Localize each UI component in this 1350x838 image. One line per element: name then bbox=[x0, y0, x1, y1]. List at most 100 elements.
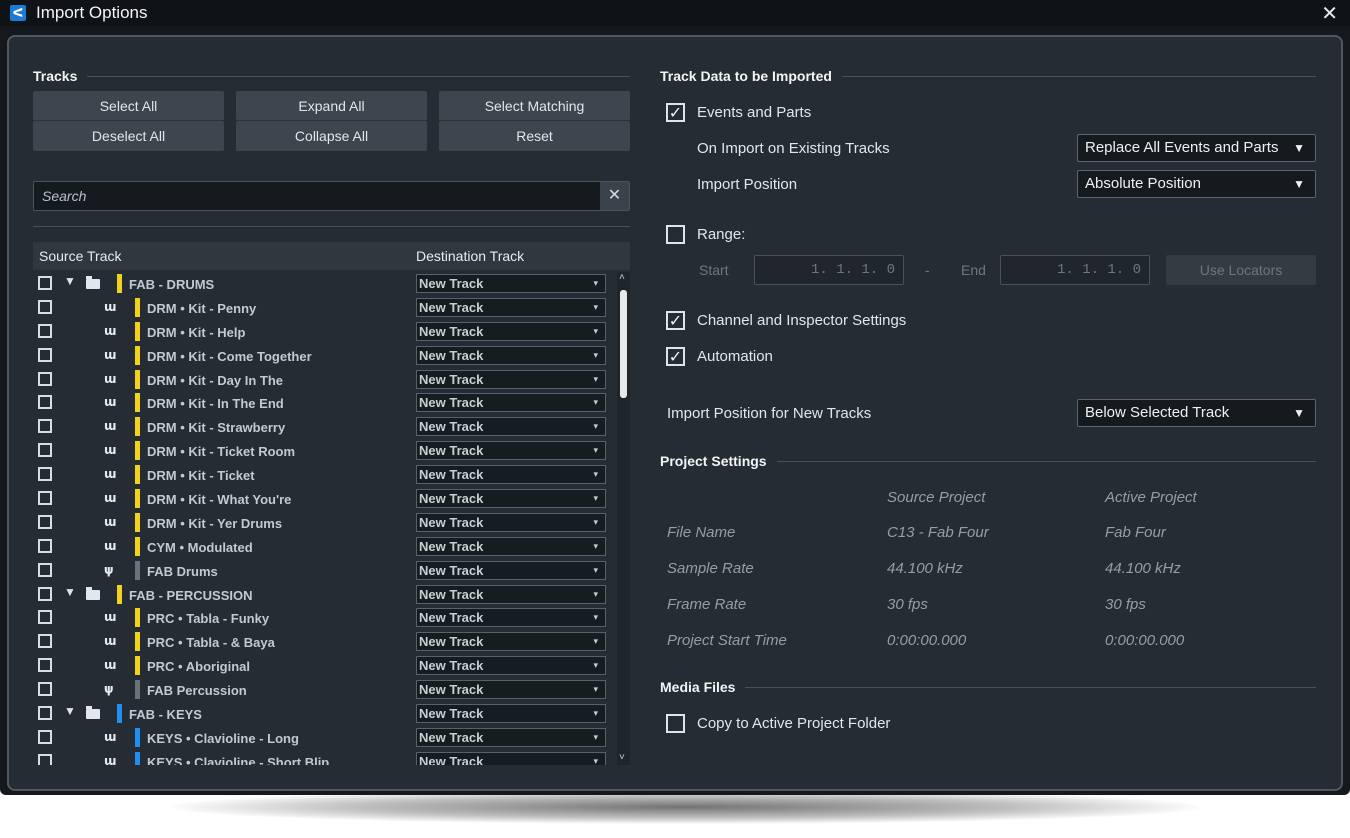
track-checkbox[interactable] bbox=[38, 586, 52, 601]
track-checkbox[interactable] bbox=[38, 371, 52, 386]
select-all-button[interactable]: Select All bbox=[33, 91, 224, 121]
destination-track-select[interactable]: New Track ▾ bbox=[416, 536, 606, 556]
track-checkbox[interactable] bbox=[38, 753, 52, 765]
destination-track-select[interactable]: New Track ▾ bbox=[416, 632, 606, 652]
track-row[interactable]: ɯ DRM • Kit - Ticket New Track ▾ bbox=[33, 463, 616, 487]
track-checkbox[interactable] bbox=[38, 658, 52, 673]
track-checkbox[interactable] bbox=[38, 538, 52, 553]
destination-track-select[interactable]: New Track ▾ bbox=[416, 297, 606, 317]
track-checkbox[interactable] bbox=[38, 514, 52, 529]
track-row[interactable]: ɯ DRM • Kit - Strawberry New Track ▾ bbox=[33, 415, 616, 439]
track-list[interactable]: ▼ FAB - DRUMS New Track ▾ ɯ DRM • Kit - Penny… bbox=[33, 272, 616, 765]
close-icon[interactable]: ✕ bbox=[1321, 1, 1338, 26]
track-name: DRM • Kit - Strawberry bbox=[147, 420, 286, 436]
reset-button[interactable]: Reset bbox=[439, 121, 630, 151]
clear-search-icon[interactable]: ✕ bbox=[600, 182, 629, 210]
track-row[interactable]: ɯ DRM • Kit - Penny New Track ▾ bbox=[33, 296, 616, 320]
track-checkbox[interactable] bbox=[38, 682, 52, 697]
destination-track-select[interactable]: New Track ▾ bbox=[416, 489, 606, 509]
collapse-arrow-icon[interactable]: ▼ bbox=[64, 274, 76, 288]
track-checkbox[interactable] bbox=[38, 610, 52, 625]
expand-all-button[interactable]: Expand All bbox=[236, 91, 427, 121]
events-and-parts-checkbox[interactable]: ✓ bbox=[666, 103, 685, 122]
track-row[interactable]: ψ FAB Percussion New Track ▾ bbox=[33, 678, 616, 702]
track-checkbox[interactable] bbox=[38, 729, 52, 744]
destination-track-select[interactable]: New Track ▾ bbox=[416, 465, 606, 485]
copy-to-active-checkbox[interactable] bbox=[666, 714, 685, 733]
scroll-down-icon[interactable]: ˅ bbox=[619, 752, 625, 763]
track-color-bar bbox=[135, 417, 140, 437]
track-row[interactable]: ▼ FAB - PERCUSSION New Track ▾ bbox=[33, 583, 616, 607]
search-input[interactable] bbox=[34, 182, 601, 210]
use-locators-button[interactable]: Use Locators bbox=[1166, 255, 1316, 285]
new-tracks-position-select[interactable]: Below Selected Track ▼ bbox=[1077, 399, 1316, 427]
on-import-existing-select[interactable]: Replace All Events and Parts ▼ bbox=[1077, 134, 1316, 162]
track-row[interactable]: ɯ DRM • Kit - Help New Track ▾ bbox=[33, 320, 616, 344]
collapse-arrow-icon[interactable]: ▼ bbox=[64, 585, 76, 599]
range-start-field[interactable]: 1. 1. 1. 0 bbox=[754, 255, 904, 285]
track-checkbox[interactable] bbox=[38, 276, 52, 290]
track-row[interactable]: ɯ KEYS • Clavioline - Short Blip New Track… bbox=[33, 750, 616, 765]
track-row[interactable]: ɯ PRC • Tabla - & Baya New Track ▾ bbox=[33, 630, 616, 654]
range-end-field[interactable]: 1. 1. 1. 0 bbox=[1000, 255, 1150, 285]
new-tracks-position-label: Import Position for New Tracks bbox=[667, 405, 872, 422]
destination-track-select[interactable]: New Track ▾ bbox=[416, 608, 606, 628]
select-matching-button[interactable]: Select Matching bbox=[439, 91, 630, 121]
collapse-all-button[interactable]: Collapse All bbox=[236, 121, 427, 151]
track-checkbox[interactable] bbox=[38, 562, 52, 577]
group-track-icon: ψ bbox=[104, 562, 114, 577]
destination-track-select[interactable]: New Track ▾ bbox=[416, 656, 606, 676]
track-checkbox[interactable] bbox=[38, 395, 52, 410]
track-list-scrollbar[interactable]: ˄ ˅ bbox=[617, 272, 630, 765]
track-row[interactable]: ɯ PRC • Aboriginal New Track ▾ bbox=[33, 654, 616, 678]
destination-track-select[interactable]: New Track ▾ bbox=[416, 751, 606, 765]
destination-track-select[interactable]: New Track ▾ bbox=[416, 321, 606, 341]
track-checkbox[interactable] bbox=[38, 299, 52, 314]
folder-icon bbox=[86, 706, 100, 720]
track-row[interactable]: ψ FAB Drums New Track ▾ bbox=[33, 559, 616, 583]
track-row[interactable]: ɯ PRC • Tabla - Funky New Track ▾ bbox=[33, 606, 616, 630]
track-checkbox[interactable] bbox=[38, 443, 52, 458]
destination-track-select[interactable]: New Track ▾ bbox=[416, 393, 606, 413]
channel-inspector-checkbox[interactable]: ✓ bbox=[666, 311, 685, 330]
destination-track-select[interactable]: New Track ▾ bbox=[416, 727, 606, 747]
destination-track-select[interactable]: New Track ▾ bbox=[416, 369, 606, 389]
track-row[interactable]: ɯ DRM • Kit - Day In The New Track ▾ bbox=[33, 368, 616, 392]
track-checkbox[interactable] bbox=[38, 491, 52, 506]
destination-track-select[interactable]: New Track ▾ bbox=[416, 704, 606, 724]
destination-track-select[interactable]: New Track ▾ bbox=[416, 345, 606, 365]
track-checkbox[interactable] bbox=[38, 347, 52, 362]
track-checkbox[interactable] bbox=[38, 323, 52, 338]
track-checkbox[interactable] bbox=[38, 634, 52, 649]
collapse-arrow-icon[interactable]: ▼ bbox=[64, 704, 76, 718]
destination-track-select[interactable]: New Track ▾ bbox=[416, 441, 606, 461]
destination-track-select[interactable]: New Track ▾ bbox=[416, 584, 606, 604]
range-checkbox[interactable] bbox=[666, 225, 685, 244]
import-position-select[interactable]: Absolute Position ▼ bbox=[1077, 170, 1316, 198]
track-row[interactable]: ɯ DRM • Kit - Come Together New Track ▾ bbox=[33, 344, 616, 368]
track-row[interactable]: ɯ KEYS • Clavioline - Long New Track ▾ bbox=[33, 726, 616, 750]
destination-track-select[interactable]: New Track ▾ bbox=[416, 560, 606, 580]
scroll-thumb[interactable] bbox=[620, 290, 627, 398]
channel-inspector-label: Channel and Inspector Settings bbox=[697, 312, 907, 329]
track-row[interactable]: ɯ DRM • Kit - What You're New Track ▾ bbox=[33, 487, 616, 511]
scroll-up-icon[interactable]: ˄ bbox=[619, 272, 625, 283]
track-row[interactable]: ▼ FAB - KEYS New Track ▾ bbox=[33, 702, 616, 726]
destination-track-select[interactable]: New Track ▾ bbox=[416, 274, 606, 293]
automation-checkbox[interactable]: ✓ bbox=[666, 347, 685, 366]
media-files-section-title: Media Files bbox=[660, 679, 1316, 695]
track-row[interactable]: ɯ CYM • Modulated New Track ▾ bbox=[33, 535, 616, 559]
destination-track-select[interactable]: New Track ▾ bbox=[416, 680, 606, 700]
instrument-track-icon: ɯ bbox=[104, 419, 117, 434]
track-row[interactable]: ▼ FAB - DRUMS New Track ▾ bbox=[33, 272, 616, 296]
destination-track-select[interactable]: New Track ▾ bbox=[416, 417, 606, 437]
track-row[interactable]: ɯ DRM • Kit - Yer Drums New Track ▾ bbox=[33, 511, 616, 535]
track-checkbox[interactable] bbox=[38, 706, 52, 721]
track-checkbox[interactable] bbox=[38, 419, 52, 434]
track-row[interactable]: ɯ DRM • Kit - Ticket Room New Track ▾ bbox=[33, 439, 616, 463]
destination-track-select[interactable]: New Track ▾ bbox=[416, 512, 606, 532]
project-setting-active: 30 fps bbox=[1105, 596, 1146, 613]
deselect-all-button[interactable]: Deselect All bbox=[33, 121, 224, 151]
track-checkbox[interactable] bbox=[38, 467, 52, 482]
track-row[interactable]: ɯ DRM • Kit - In The End New Track ▾ bbox=[33, 391, 616, 415]
